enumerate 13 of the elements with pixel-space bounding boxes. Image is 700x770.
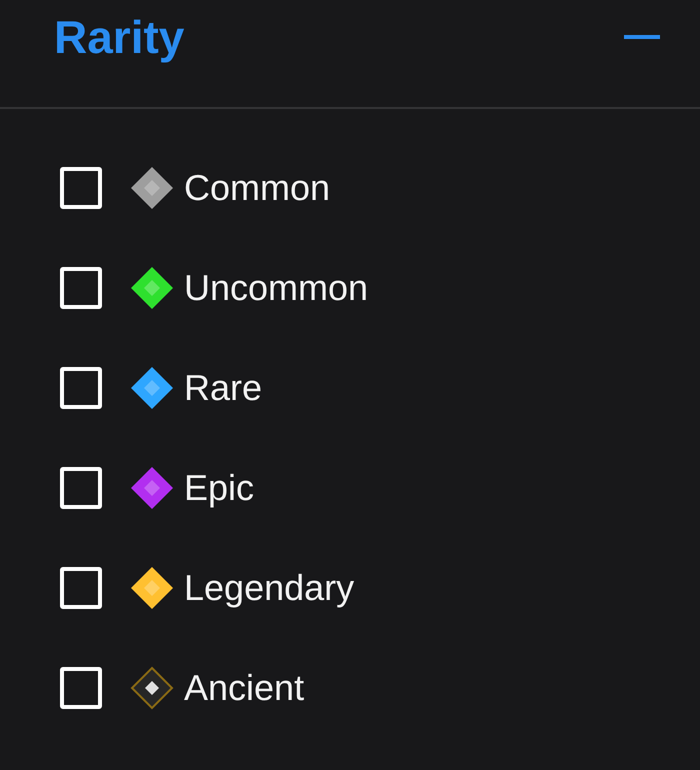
rarity-label: Common — [184, 167, 330, 209]
checkbox[interactable] — [60, 667, 102, 709]
rarity-label: Epic — [184, 467, 254, 509]
rarity-label: Legendary — [184, 567, 354, 609]
section-title: Rarity — [54, 10, 184, 64]
checkbox[interactable] — [60, 467, 102, 509]
rarity-label: Ancient — [184, 667, 304, 709]
checkbox[interactable] — [60, 267, 102, 309]
checkbox[interactable] — [60, 367, 102, 409]
checkbox[interactable] — [60, 167, 102, 209]
checkbox[interactable] — [60, 567, 102, 609]
rarity-label: Uncommon — [184, 267, 368, 309]
rarity-label: Rare — [184, 367, 262, 409]
